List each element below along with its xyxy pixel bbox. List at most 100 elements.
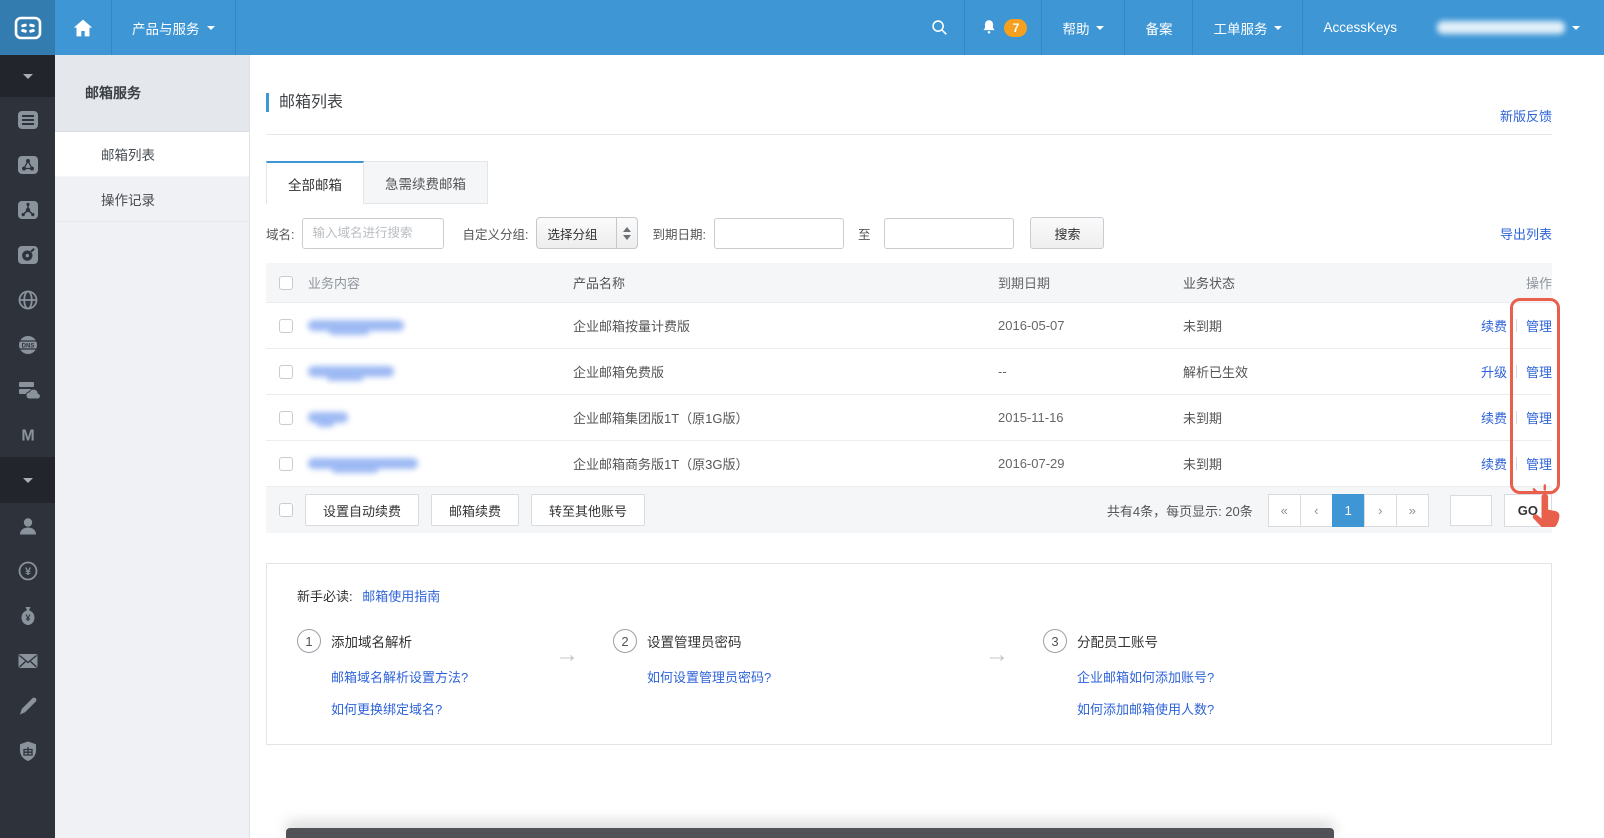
export-list-link[interactable]: 导出列表 (1500, 224, 1552, 243)
main-content: 邮箱列表 新版反馈 全部邮箱 急需续费邮箱 域名: 自定义分组: 选择分组 到期… (250, 55, 1604, 838)
new-version-feedback-link[interactable]: 新版反馈 (1500, 106, 1552, 125)
manage-link[interactable]: 管理 (1526, 408, 1552, 427)
renew-link[interactable]: 续费 (1481, 408, 1507, 427)
guide-prefix-label: 新手必读: (297, 589, 353, 604)
beian-link[interactable]: 备案 (1125, 0, 1192, 55)
product-name: 企业邮箱商务版1T（原3G版） (573, 454, 998, 473)
chevron-down-icon (1096, 26, 1104, 34)
sidebar-item-disk[interactable] (0, 232, 55, 277)
server-list-icon (16, 108, 40, 132)
go-button[interactable]: GO (1504, 494, 1552, 527)
search-button[interactable]: 搜索 (1030, 217, 1104, 249)
manage-link[interactable]: 管理 (1526, 454, 1552, 473)
sidebar-item-label: 邮箱列表 (101, 144, 155, 164)
work-order-menu[interactable]: 工单服务 (1193, 0, 1302, 55)
page-number-input[interactable] (1450, 495, 1492, 526)
help-label: 帮助 (1062, 18, 1089, 38)
chevron-down-icon (207, 26, 215, 34)
sidebar-item-funds[interactable]: ¥ (0, 593, 55, 638)
guide-link-change-domain[interactable]: 如何更换绑定域名? (331, 699, 555, 718)
accesskeys-link[interactable]: AccessKeys (1303, 0, 1417, 55)
sidebar-item-globe[interactable] (0, 277, 55, 322)
row-checkbox[interactable] (279, 411, 293, 425)
table-footer-bar: 设置自动续费 邮箱续费 转至其他账号 共有4条，每页显示: 20条 « ‹ 1 … (266, 486, 1552, 533)
mailbox-renew-button[interactable]: 邮箱续费 (431, 494, 519, 526)
divider (1516, 411, 1517, 424)
sidebar-item-operation-log[interactable]: 操作记录 (55, 177, 249, 222)
upgrade-link[interactable]: 升级 (1481, 362, 1507, 381)
storage-cloud-icon (16, 378, 40, 402)
expire-date-filter-label: 到期日期: (652, 224, 705, 243)
sidebar-item-server-list[interactable] (0, 97, 55, 142)
mail-usage-guide-link[interactable]: 邮箱使用指南 (362, 589, 440, 604)
sidebar-item-edit[interactable] (0, 683, 55, 728)
help-menu[interactable]: 帮助 (1042, 0, 1124, 55)
manage-link[interactable]: 管理 (1526, 362, 1552, 381)
select-all-checkbox[interactable] (279, 276, 293, 290)
sidebar-item-security[interactable] (0, 728, 55, 773)
group-select[interactable]: 选择分组 (536, 217, 638, 249)
status-text: 未到期 (1183, 454, 1402, 473)
sidebar-item-dns[interactable]: DNS (0, 322, 55, 367)
expire-date-from-input[interactable] (714, 218, 844, 249)
step-title: 分配员工账号 (1077, 631, 1158, 651)
sidebar-item-user[interactable] (0, 503, 55, 548)
guide-link-add-users[interactable]: 如何添加邮箱使用人数? (1077, 699, 1214, 718)
bell-icon (979, 18, 999, 38)
products-services-menu[interactable]: 产品与服务 (112, 0, 235, 55)
tab-renewal-needed[interactable]: 急需续费邮箱 (364, 161, 488, 204)
guide-link-admin-password[interactable]: 如何设置管理员密码? (647, 667, 985, 686)
step-title: 添加域名解析 (331, 631, 412, 651)
aliyun-logo[interactable] (0, 0, 55, 55)
sidebar-item-storage-cloud[interactable] (0, 367, 55, 412)
manage-link[interactable]: 管理 (1526, 316, 1552, 335)
page-title: 邮箱列表 (266, 93, 343, 112)
pagination-page-1-button[interactable]: 1 (1332, 494, 1365, 527)
expire-date-to-input[interactable] (884, 218, 1014, 249)
rail-collapse-toggle[interactable] (0, 55, 55, 97)
search-button[interactable] (915, 0, 964, 55)
renew-link[interactable]: 续费 (1481, 454, 1507, 473)
tab-label: 急需续费邮箱 (385, 173, 466, 193)
guide-link-dns-setup[interactable]: 邮箱域名解析设置方法? (331, 667, 555, 686)
expire-date: 2015-11-16 (998, 410, 1183, 425)
sidebar-item-m-product[interactable]: M (0, 412, 55, 457)
account-menu[interactable] (1417, 0, 1604, 55)
auto-renew-button[interactable]: 设置自动续费 (305, 494, 419, 526)
accesskeys-label: AccessKeys (1323, 20, 1397, 35)
notifications-button[interactable]: 7 (965, 0, 1041, 55)
home-icon (71, 16, 95, 40)
row-checkbox[interactable] (279, 319, 293, 333)
home-button[interactable] (55, 0, 111, 55)
pagination-prev-button[interactable]: ‹ (1300, 494, 1333, 527)
rail-collapse-toggle-2[interactable] (0, 457, 55, 503)
chevron-down-icon (23, 74, 33, 84)
sidebar-item-share-nodes[interactable] (0, 187, 55, 232)
row-checkbox[interactable] (279, 457, 293, 471)
pagination-next-button[interactable]: › (1364, 494, 1397, 527)
step-title: 设置管理员密码 (647, 631, 742, 651)
search-icon (929, 17, 950, 38)
sidebar-item-mail-list[interactable]: 邮箱列表 (55, 132, 249, 177)
domain-search-input[interactable] (302, 218, 444, 249)
beian-label: 备案 (1145, 18, 1172, 38)
pencil-icon (16, 694, 40, 718)
pagination-last-button[interactable]: » (1396, 494, 1429, 527)
globe-icon (16, 288, 40, 312)
tab-all-mailboxes[interactable]: 全部邮箱 (266, 161, 364, 204)
footer-select-all-checkbox[interactable] (279, 503, 293, 517)
money-bag-icon: ¥ (16, 604, 40, 628)
renew-link[interactable]: 续费 (1481, 316, 1507, 335)
sidebar-item-mail[interactable] (0, 638, 55, 683)
date-range-to-label: 至 (858, 224, 871, 243)
transfer-account-button[interactable]: 转至其他账号 (531, 494, 645, 526)
guide-link-add-account[interactable]: 企业邮箱如何添加账号? (1077, 667, 1214, 686)
row-checkbox[interactable] (279, 365, 293, 379)
load-balancer-icon (16, 153, 40, 177)
sidebar-item-load-balancer[interactable] (0, 142, 55, 187)
column-header-actions: 操作 (1402, 273, 1552, 292)
step-number-badge: 1 (297, 629, 321, 653)
sidebar-item-billing[interactable]: ¥ (0, 548, 55, 593)
pagination-first-button[interactable]: « (1268, 494, 1301, 527)
pagination: 共有4条，每页显示: 20条 « ‹ 1 › » GO (1107, 494, 1552, 527)
